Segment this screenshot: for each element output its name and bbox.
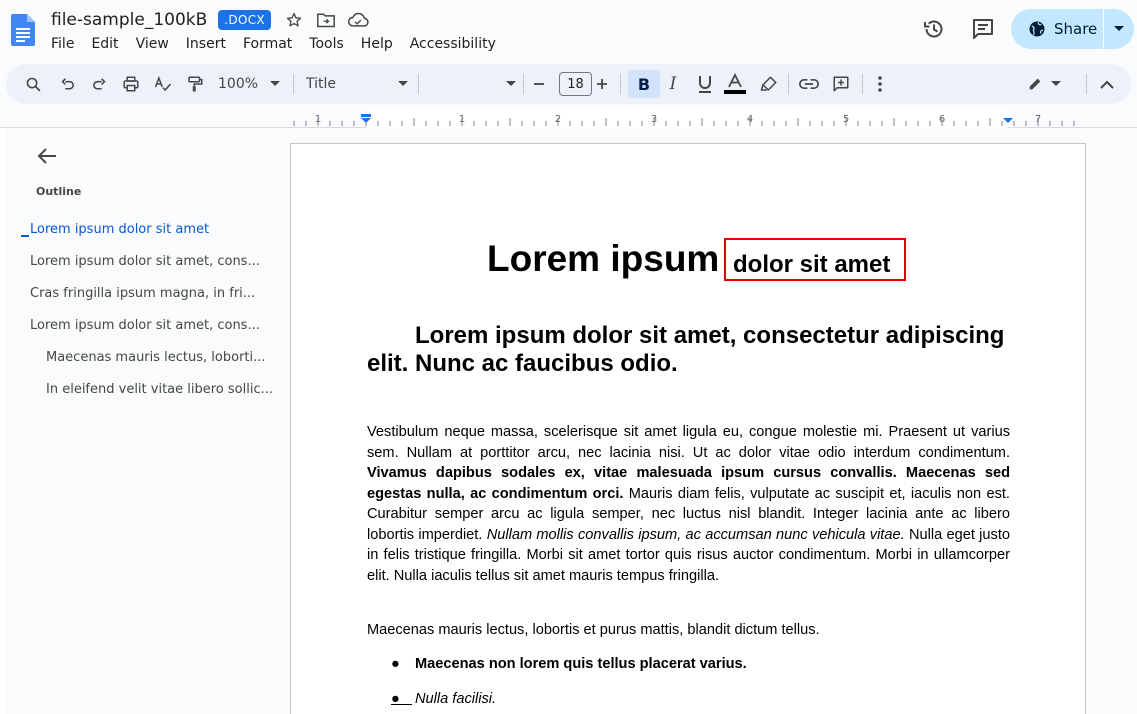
- bullet-dot: ●: [391, 656, 400, 672]
- ruler-number: 4: [747, 114, 753, 125]
- outline-item[interactable]: Lorem ipsum dolor sit amet, cons...: [30, 254, 260, 269]
- move-folder-icon[interactable]: [315, 9, 337, 31]
- document-canvas: Lorem ipsum dolor sit amet Lorem ipsum d…: [290, 128, 1137, 714]
- redo-icon[interactable]: [88, 72, 110, 96]
- toolbar-divider: [293, 74, 294, 94]
- document-title[interactable]: file-sample_100kB: [51, 10, 207, 30]
- menu-insert[interactable]: Insert: [186, 36, 226, 52]
- toolbar-divider: [862, 74, 863, 94]
- outline-item[interactable]: In eleifend velit vitae libero sollic...: [46, 382, 273, 397]
- undo-icon[interactable]: [56, 72, 78, 96]
- horizontal-ruler[interactable]: 1 1 2 3 4 5 6 7: [0, 109, 1137, 128]
- toolbar-divider: [1086, 74, 1087, 94]
- outline-active-marker: [21, 235, 29, 237]
- menu-edit[interactable]: Edit: [91, 36, 118, 52]
- file-type-badge: .DOCX: [218, 10, 271, 30]
- toolbar-divider: [620, 74, 621, 94]
- menu-file[interactable]: File: [51, 36, 74, 52]
- outline-item[interactable]: Lorem ipsum dolor sit amet: [30, 222, 209, 237]
- caret-down-icon: [506, 81, 516, 86]
- title-text-part1[interactable]: Lorem ipsum: [487, 238, 719, 280]
- caret-down-icon: [1114, 26, 1124, 31]
- italic-icon[interactable]: I: [660, 72, 686, 96]
- pencil-icon: [1029, 78, 1041, 90]
- heading-1[interactable]: Lorem ipsum dolor sit amet, consectetur …: [367, 322, 1010, 378]
- share-button[interactable]: Share: [1011, 9, 1103, 49]
- plus-icon: [597, 79, 607, 89]
- ruler-number: 1: [315, 114, 321, 125]
- header-bar: file-sample_100kB .DOCX File Edit View I…: [0, 0, 1137, 62]
- paragraph-text: Vestibulum neque massa, scelerisque sit …: [367, 424, 1010, 461]
- bold-icon[interactable]: B: [631, 72, 657, 96]
- outline-item[interactable]: Lorem ipsum dolor sit amet, cons...: [30, 318, 260, 333]
- back-arrow-icon[interactable]: [36, 145, 58, 167]
- underline-icon[interactable]: [692, 72, 718, 96]
- menu-help[interactable]: Help: [361, 36, 393, 52]
- title-text-part2[interactable]: dolor sit amet: [733, 251, 890, 279]
- share-label: Share: [1054, 20, 1098, 38]
- share-button-group: Share: [1011, 9, 1134, 49]
- hide-menus-chevron-up-icon[interactable]: [1096, 72, 1118, 96]
- print-icon[interactable]: [120, 72, 142, 96]
- first-line-indent-marker: [361, 114, 371, 117]
- toolbar-divider: [523, 74, 524, 94]
- toolbar-divider: [788, 74, 789, 94]
- bullet-text: Maecenas non lorem quis tellus placerat …: [415, 656, 747, 672]
- outline-panel: Outline Lorem ipsum dolor sit amet Lorem…: [0, 128, 290, 714]
- google-docs-window: file-sample_100kB .DOCX File Edit View I…: [0, 0, 1137, 714]
- paragraph-style-value: Title: [306, 76, 337, 92]
- ruler-number: 3: [651, 114, 657, 125]
- minus-icon: [534, 83, 544, 85]
- docs-logo-icon[interactable]: [11, 14, 35, 46]
- paragraph-style-select[interactable]: Title: [306, 72, 410, 96]
- ruler-number: 1: [459, 114, 465, 125]
- version-history-icon[interactable]: [922, 17, 946, 41]
- menu-tools[interactable]: Tools: [309, 36, 344, 52]
- paragraph-1[interactable]: Vestibulum neque massa, scelerisque sit …: [367, 422, 1010, 586]
- caret-down-icon: [398, 81, 409, 86]
- cloud-status-icon[interactable]: [347, 9, 369, 31]
- caret-down-icon: [270, 81, 281, 86]
- decrease-font-size-button[interactable]: [530, 72, 548, 96]
- more-options-icon[interactable]: [870, 72, 890, 96]
- outline-item[interactable]: Maecenas mauris lectus, loborti...: [46, 350, 266, 365]
- paragraph-2[interactable]: Maecenas mauris lectus, lobortis et puru…: [367, 620, 1010, 641]
- ruler-scale: 1 1 2 3 4 5 6 7: [293, 109, 1075, 128]
- caret-down-icon: [1051, 81, 1061, 86]
- spelling-check-icon[interactable]: [152, 72, 174, 96]
- menu-accessibility[interactable]: Accessibility: [410, 36, 496, 52]
- ruler-number: 6: [939, 114, 945, 125]
- bullet-text: Nulla facilisi.: [415, 691, 497, 707]
- menu-view[interactable]: View: [136, 36, 169, 52]
- zoom-value: 100%: [218, 76, 259, 92]
- outline-heading: Outline: [36, 185, 82, 198]
- document-page[interactable]: Lorem ipsum dolor sit amet Lorem ipsum d…: [290, 143, 1086, 714]
- outline-item[interactable]: Cras fringilla ipsum magna, in fri...: [30, 286, 255, 301]
- add-comment-icon[interactable]: [828, 72, 854, 96]
- zoom-select[interactable]: 100%: [218, 72, 282, 96]
- comments-icon[interactable]: [971, 17, 995, 41]
- ruler-number: 5: [843, 114, 849, 125]
- search-menus-icon[interactable]: [23, 72, 43, 96]
- paint-format-icon[interactable]: [184, 72, 206, 96]
- bullet-dot: ●: [391, 691, 412, 707]
- toolbar-divider: [418, 74, 419, 94]
- ruler-number: 2: [555, 114, 561, 125]
- menu-bar: File Edit View Insert Format Tools Help …: [51, 36, 513, 52]
- increase-font-size-button[interactable]: [593, 72, 611, 96]
- font-family-select[interactable]: [426, 72, 516, 96]
- editing-mode-button[interactable]: [1024, 72, 1064, 96]
- formatting-toolbar: 100% Title 18 B I: [6, 64, 1131, 104]
- highlight-color-icon[interactable]: [756, 72, 782, 96]
- share-dropdown-button[interactable]: [1104, 9, 1134, 49]
- paragraph-italic-text: Nullam mollis convallis ipsum, ac accums…: [486, 526, 905, 543]
- font-size-input[interactable]: 18: [559, 72, 592, 96]
- insert-link-icon[interactable]: [796, 72, 822, 96]
- globe-icon: [1029, 21, 1045, 37]
- ruler-number: 7: [1035, 114, 1041, 125]
- menu-format[interactable]: Format: [243, 36, 292, 52]
- text-color-icon[interactable]: [722, 72, 748, 96]
- star-icon[interactable]: [283, 9, 305, 31]
